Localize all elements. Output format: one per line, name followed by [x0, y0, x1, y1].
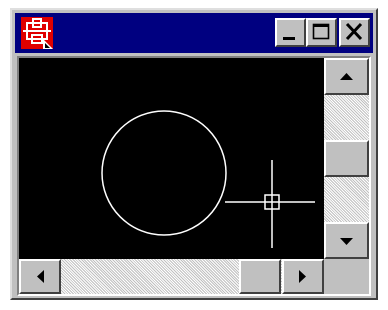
drawing-canvas[interactable] [19, 58, 324, 259]
arrow-right-icon [299, 270, 306, 283]
app-icon[interactable] [21, 17, 53, 49]
title-bar[interactable] [15, 13, 373, 53]
minimize-icon [283, 37, 295, 40]
horizontal-scrollbar[interactable] [19, 259, 324, 294]
close-icon [345, 22, 363, 41]
scroll-right-button[interactable] [282, 259, 324, 294]
arrow-up-icon [340, 73, 353, 80]
scroll-down-button[interactable] [324, 222, 369, 259]
close-button[interactable] [339, 18, 370, 47]
maximize-button[interactable] [306, 18, 337, 47]
scroll-up-button[interactable] [324, 58, 369, 95]
vertical-scrollbar[interactable] [324, 58, 369, 259]
vertical-scroll-thumb[interactable] [324, 140, 369, 177]
scrollbar-corner [324, 259, 369, 294]
app-window [10, 8, 378, 300]
arrow-left-icon [37, 270, 44, 283]
arrow-down-icon [340, 238, 353, 245]
horizontal-scroll-thumb[interactable] [239, 259, 281, 294]
minimize-button[interactable] [275, 18, 306, 47]
client-area [17, 56, 371, 296]
maximize-icon [312, 23, 330, 40]
scroll-left-button[interactable] [19, 259, 61, 294]
